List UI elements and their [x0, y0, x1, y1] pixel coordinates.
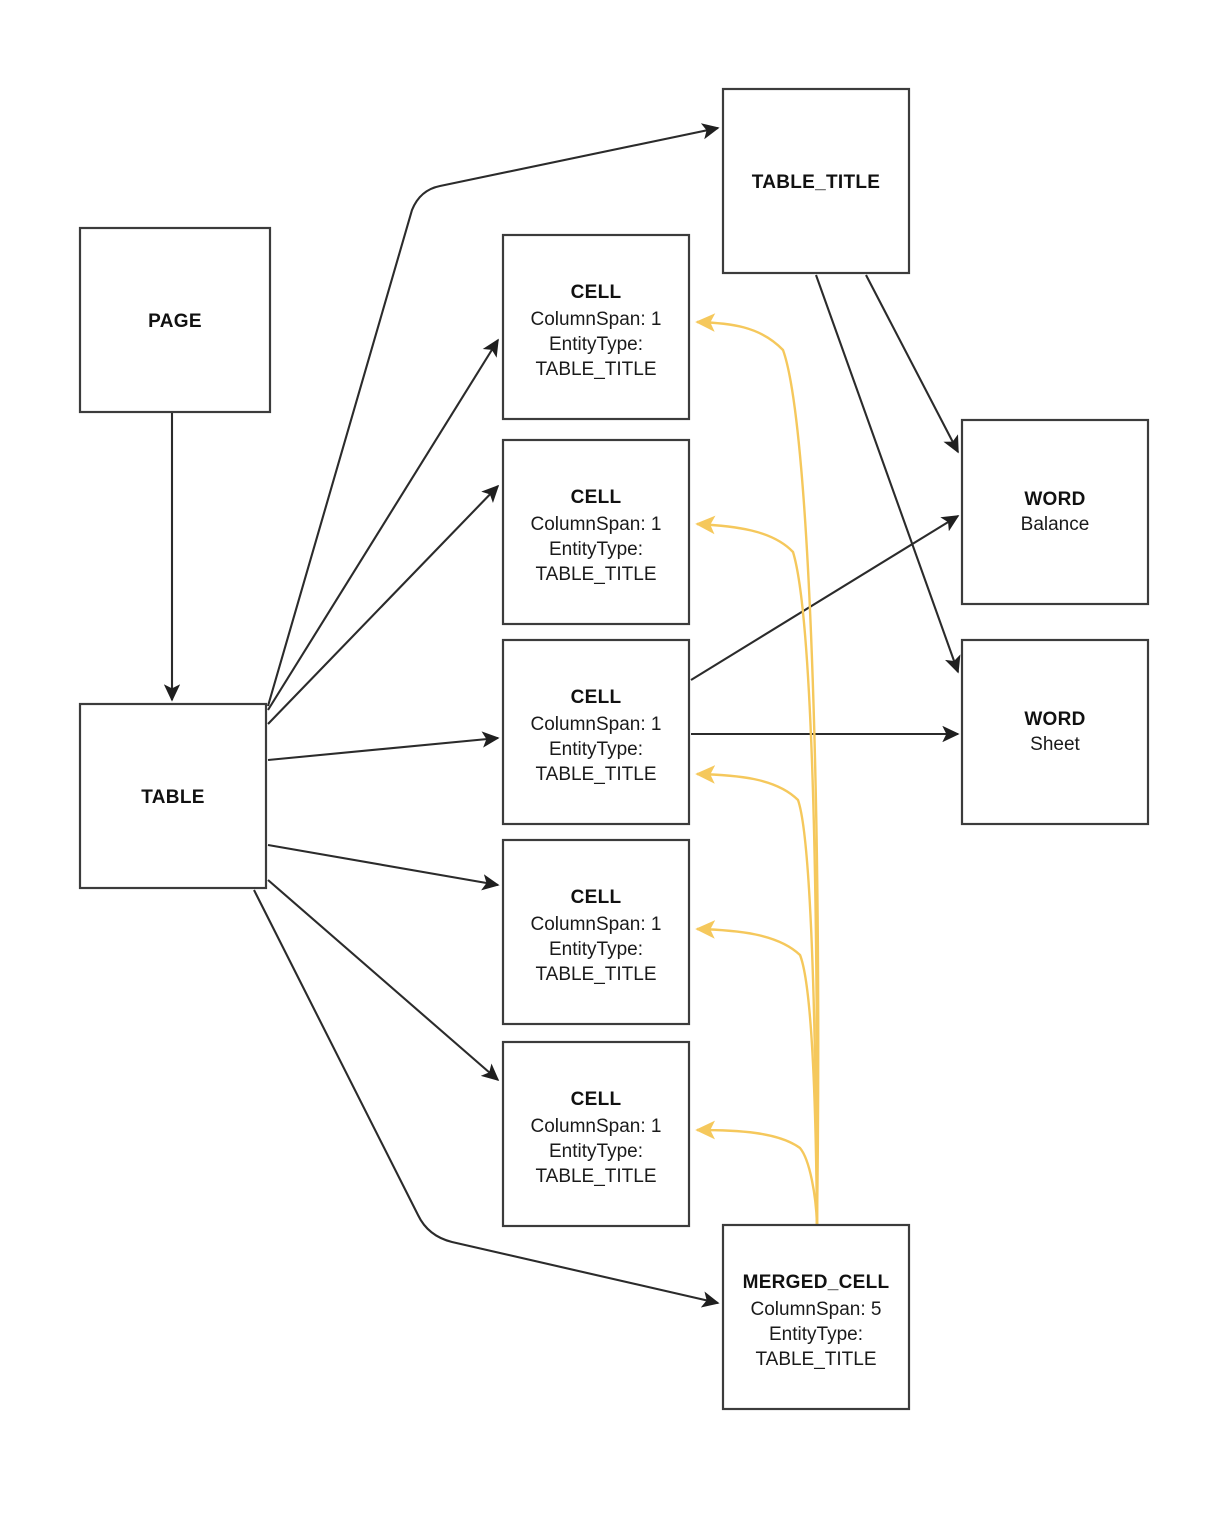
node-page[interactable]: PAGE	[78, 226, 272, 414]
node-cell-1-entity-type-value: TABLE_TITLE	[535, 359, 656, 380]
node-cell-2[interactable]: CELL ColumnSpan: 1 EntityType: TABLE_TIT…	[501, 438, 691, 626]
node-table[interactable]: TABLE	[78, 702, 268, 890]
entity-graph: PAGE TABLE TABLE_TITLE WORD Balance WORD…	[78, 87, 1150, 1411]
node-cell-5-label: CELL	[571, 1089, 622, 1110]
node-cell-2-label: CELL	[571, 487, 622, 508]
node-cell-3-entity-type-value: TABLE_TITLE	[535, 764, 656, 785]
node-merged-cell-column-span: ColumnSpan: 5	[751, 1299, 882, 1320]
node-merged-cell-entity-type-key: EntityType:	[769, 1324, 863, 1345]
node-table-title[interactable]: TABLE_TITLE	[721, 87, 911, 275]
edge-table-to-cell-4	[267, 843, 500, 891]
node-table-label: TABLE	[141, 787, 204, 808]
node-page-label: PAGE	[148, 311, 202, 332]
node-cell-4-entity-type-value: TABLE_TITLE	[535, 964, 656, 985]
node-cell-1-entity-type-key: EntityType:	[549, 334, 643, 355]
edge-merged-cell-to-cell-5	[695, 1120, 819, 1225]
edge-layer-merged-cell-reference	[695, 313, 820, 1225]
node-cell-5-entity-type-key: EntityType:	[549, 1141, 643, 1162]
node-word-sheet[interactable]: WORD Sheet	[960, 638, 1150, 826]
node-cell-3-label: CELL	[571, 687, 622, 708]
node-merged-cell-entity-type-value: TABLE_TITLE	[755, 1349, 876, 1370]
node-cell-4-label: CELL	[571, 887, 622, 908]
node-cell-2-entity-type-key: EntityType:	[549, 539, 643, 560]
node-word-balance[interactable]: WORD Balance	[960, 418, 1150, 606]
edge-cell-3-to-word-balance	[690, 515, 960, 681]
node-cell-2-entity-type-value: TABLE_TITLE	[535, 564, 656, 585]
node-cell-4-entity-type-key: EntityType:	[549, 939, 643, 960]
node-word-sheet-label: WORD	[1024, 709, 1085, 730]
edge-merged-cell-to-cell-4	[695, 920, 819, 1225]
node-word-balance-value: Balance	[1021, 514, 1090, 535]
node-cell-1-label: CELL	[571, 282, 622, 303]
node-merged-cell[interactable]: MERGED_CELL ColumnSpan: 5 EntityType: TA…	[721, 1223, 911, 1411]
edge-table-to-cell-2	[267, 484, 500, 725]
edge-table-title-to-word-balance	[865, 274, 959, 454]
node-cell-4-column-span: ColumnSpan: 1	[531, 914, 662, 935]
edge-merged-cell-to-cell-3	[695, 765, 819, 1225]
edge-merged-cell-to-cell-2	[695, 515, 819, 1225]
edge-table-to-cell-5	[267, 879, 500, 1082]
edge-merged-cell-to-cell-1	[695, 313, 820, 1225]
node-table-title-label: TABLE_TITLE	[752, 172, 881, 193]
node-cell-5[interactable]: CELL ColumnSpan: 1 EntityType: TABLE_TIT…	[501, 1040, 691, 1228]
node-cell-3-column-span: ColumnSpan: 1	[531, 714, 662, 735]
node-cell-3[interactable]: CELL ColumnSpan: 1 EntityType: TABLE_TIT…	[501, 638, 691, 826]
edge-table-title-to-word-sheet	[815, 274, 961, 674]
node-cell-3-entity-type-key: EntityType:	[549, 739, 643, 760]
diagram-canvas: PAGE TABLE TABLE_TITLE WORD Balance WORD…	[0, 0, 1232, 1518]
node-cell-5-column-span: ColumnSpan: 1	[531, 1116, 662, 1137]
node-cell-4[interactable]: CELL ColumnSpan: 1 EntityType: TABLE_TIT…	[501, 838, 691, 1026]
node-cell-1[interactable]: CELL ColumnSpan: 1 EntityType: TABLE_TIT…	[501, 233, 691, 421]
node-cell-5-entity-type-value: TABLE_TITLE	[535, 1166, 656, 1187]
node-cell-2-column-span: ColumnSpan: 1	[531, 514, 662, 535]
node-word-balance-label: WORD	[1024, 489, 1085, 510]
node-merged-cell-label: MERGED_CELL	[743, 1272, 890, 1293]
node-cell-1-column-span: ColumnSpan: 1	[531, 309, 662, 330]
edge-table-to-cell-1	[267, 338, 499, 711]
edge-table-to-cell-3	[267, 731, 500, 762]
node-word-sheet-value: Sheet	[1030, 734, 1080, 755]
